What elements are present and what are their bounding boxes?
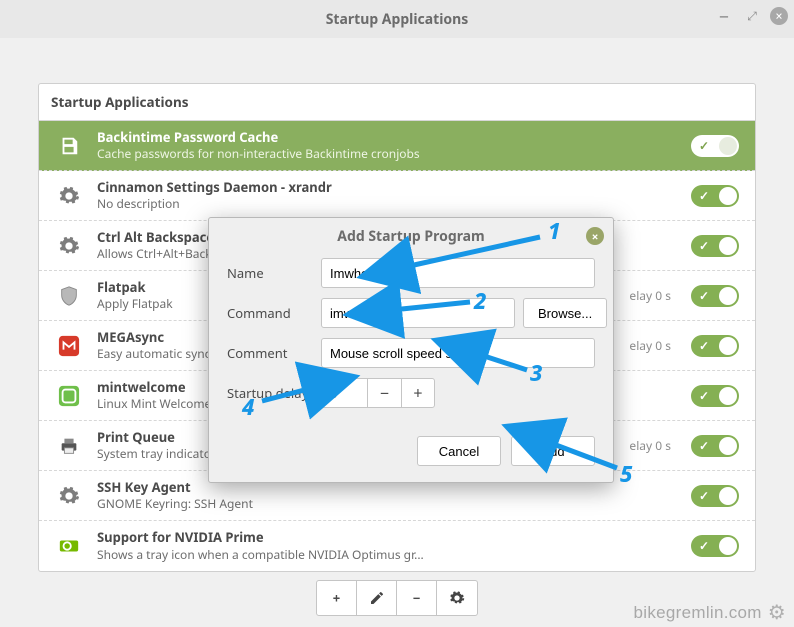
- toggle-switch[interactable]: [691, 485, 739, 507]
- list-item-desc: No description: [97, 196, 677, 212]
- list-item[interactable]: Backintime Password Cache Cache password…: [39, 121, 755, 171]
- delay-label: elay 0 s: [629, 337, 677, 354]
- list-item-text: Cinnamon Settings Daemon - xrandr No des…: [97, 179, 677, 213]
- list-item-text: SSH Key Agent GNOME Keyring: SSH Agent: [97, 479, 677, 513]
- add-confirm-button[interactable]: Add: [511, 436, 595, 466]
- delay-label: Startup delay: [227, 384, 313, 402]
- toggle-switch[interactable]: [691, 235, 739, 257]
- delay-input[interactable]: [321, 378, 367, 408]
- list-item[interactable]: Support for NVIDIA Prime Shows a tray ic…: [39, 521, 755, 571]
- watermark-text: bikegremlin.com: [634, 603, 762, 623]
- printer-icon: [55, 432, 83, 460]
- add-program-dialog: Add Startup Program × Name Command Brows…: [208, 217, 614, 483]
- list-item-title: Cinnamon Settings Daemon - xrandr: [97, 179, 677, 197]
- shield-icon: [55, 282, 83, 310]
- close-button[interactable]: ×: [770, 7, 788, 25]
- dialog-close-button[interactable]: ×: [586, 227, 604, 245]
- edit-button[interactable]: [357, 581, 397, 615]
- comment-label: Comment: [227, 344, 313, 362]
- toggle-switch[interactable]: [691, 135, 739, 157]
- dialog-title-text: Add Startup Program: [337, 227, 484, 246]
- comment-input[interactable]: [321, 338, 595, 368]
- add-button[interactable]: +: [317, 581, 357, 615]
- titlebar-controls: − ⤢ ×: [714, 6, 788, 26]
- command-label: Command: [227, 304, 313, 322]
- delay-label: elay 0 s: [629, 437, 677, 454]
- list-item-desc: GNOME Keyring: SSH Agent: [97, 496, 677, 512]
- toggle-switch[interactable]: [691, 535, 739, 557]
- panel-header: Startup Applications: [39, 84, 755, 120]
- toggle-switch[interactable]: [691, 285, 739, 307]
- delay-spinner: − +: [321, 378, 435, 408]
- remove-button[interactable]: −: [397, 581, 437, 615]
- list-item-text: Support for NVIDIA Prime Shows a tray ic…: [97, 529, 677, 563]
- list-item-text: Backintime Password Cache Cache password…: [97, 129, 677, 163]
- toggle-switch[interactable]: [691, 185, 739, 207]
- gear-icon: [55, 182, 83, 210]
- name-input[interactable]: [321, 258, 595, 288]
- toggle-switch[interactable]: [691, 385, 739, 407]
- gear-icon: [55, 482, 83, 510]
- cancel-button[interactable]: Cancel: [417, 436, 501, 466]
- list-item-desc: Cache passwords for non-interactive Back…: [97, 146, 677, 162]
- command-input[interactable]: [321, 298, 515, 328]
- maximize-button[interactable]: ⤢: [742, 6, 762, 26]
- name-label: Name: [227, 264, 313, 282]
- list-item-title: Support for NVIDIA Prime: [97, 529, 677, 547]
- list-item[interactable]: Cinnamon Settings Daemon - xrandr No des…: [39, 171, 755, 221]
- titlebar: Startup Applications − ⤢ ×: [0, 0, 794, 38]
- mega-icon: [55, 332, 83, 360]
- gear-icon: [55, 232, 83, 260]
- gear-icon: ⚙: [768, 600, 786, 625]
- settings-button[interactable]: [437, 581, 477, 615]
- delay-minus-button[interactable]: −: [367, 378, 401, 408]
- browse-button[interactable]: Browse...: [523, 298, 607, 328]
- floppy-icon: [55, 132, 83, 160]
- toggle-switch[interactable]: [691, 335, 739, 357]
- delay-plus-button[interactable]: +: [401, 378, 435, 408]
- watermark: bikegremlin.com ⚙: [634, 600, 787, 625]
- window-title: Startup Applications: [326, 10, 469, 29]
- mint-icon: [55, 382, 83, 410]
- delay-label: elay 0 s: [629, 287, 677, 304]
- minimize-button[interactable]: −: [714, 6, 734, 26]
- list-item-desc: Shows a tray icon when a compatible NVID…: [97, 547, 677, 563]
- toggle-switch[interactable]: [691, 435, 739, 457]
- nvidia-icon: [55, 532, 83, 560]
- list-item-title: Backintime Password Cache: [97, 129, 677, 147]
- dialog-title: Add Startup Program ×: [209, 218, 613, 254]
